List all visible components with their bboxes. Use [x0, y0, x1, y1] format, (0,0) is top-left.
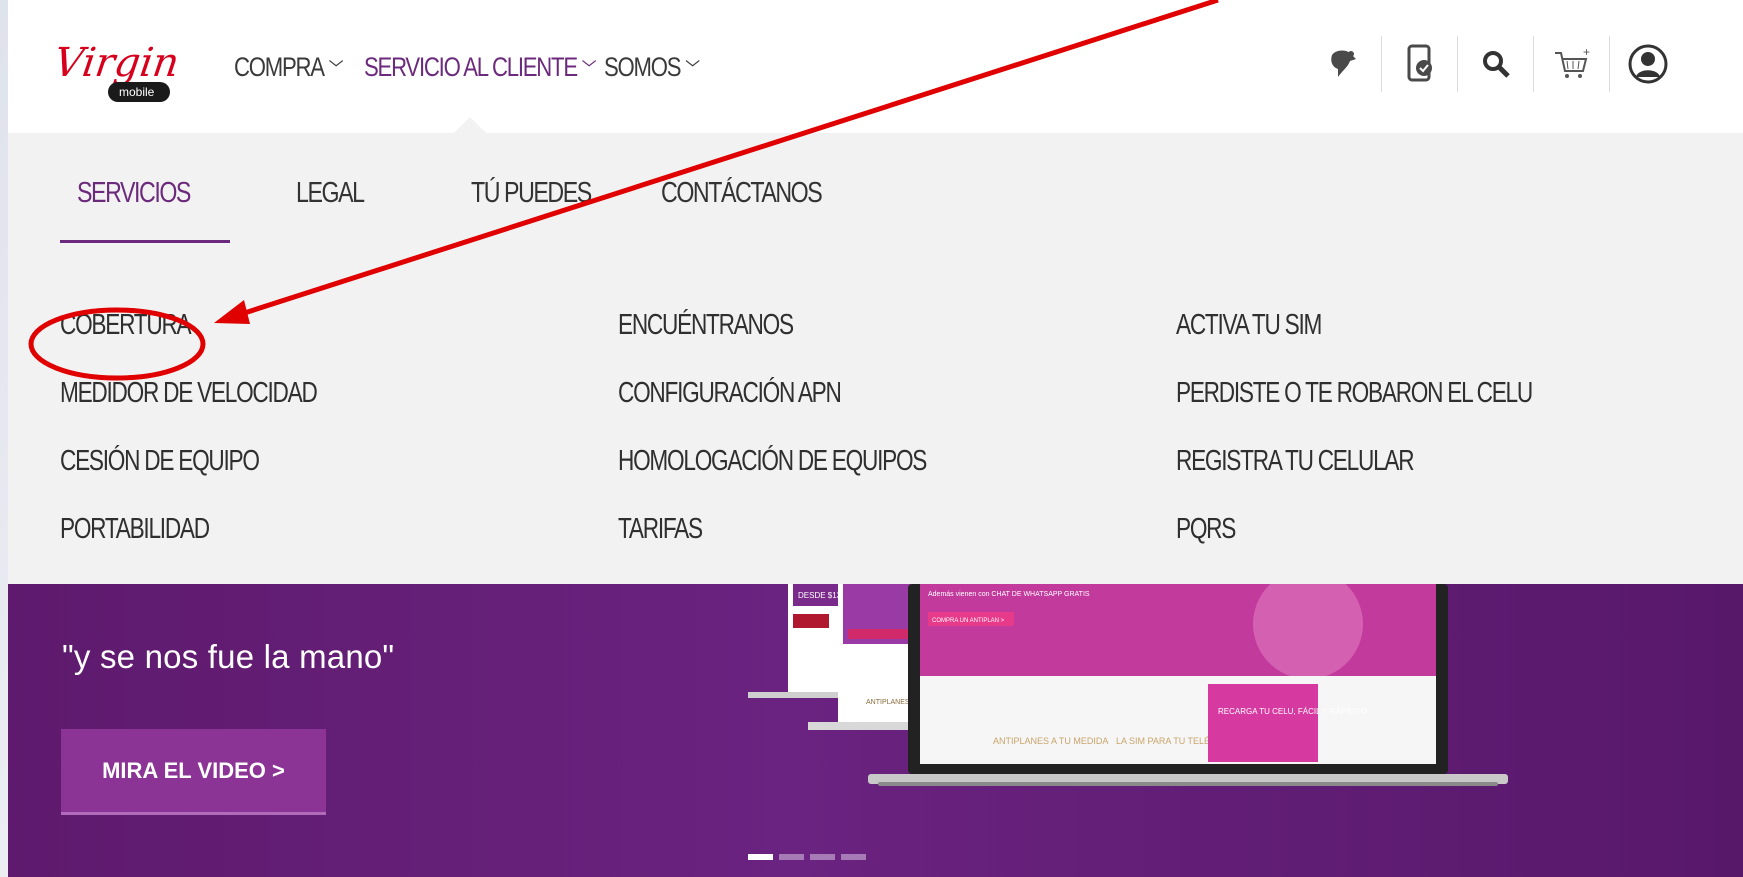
carousel-dot[interactable] — [779, 854, 804, 860]
chevron-down-icon: ﹀ — [581, 58, 597, 79]
link-perdiste-celu[interactable]: PERDISTE O TE ROBARON EL CELU — [1176, 376, 1593, 444]
svg-text:mobile: mobile — [119, 85, 155, 99]
nav-compra[interactable]: COMPRA ﹀ — [234, 52, 344, 83]
link-homologacion-de-equipos[interactable]: HOMOLOGACIÓN DE EQUIPOS — [618, 444, 1053, 512]
svg-text:ANTIPLANES A TU MEDIDA: ANTIPLANES A TU MEDIDA — [993, 736, 1108, 746]
main-nav: COMPRA ﹀ SERVICIO AL CLIENTE ﹀ SOMOS ﹀ — [234, 52, 742, 83]
chat-bubble-icon[interactable] — [1305, 36, 1381, 92]
hero-tagline: "y se nos fue la mano" — [62, 638, 395, 675]
link-pqrs[interactable]: PQRS — [1176, 512, 1593, 580]
nav-servicio-al-cliente[interactable]: SERVICIO AL CLIENTE ﹀ — [364, 52, 597, 83]
chevron-down-icon: ﹀ — [685, 58, 700, 79]
servicio-mega-menu: SERVICIOS LEGAL TÚ PUEDES CONTÁCTANOS CO… — [8, 133, 1743, 584]
carousel-dot[interactable] — [810, 854, 835, 860]
chevron-down-icon: ﹀ — [328, 58, 344, 79]
nav-servicio-label: SERVICIO AL CLIENTE — [364, 52, 578, 82]
user-avatar-icon[interactable] — [1609, 36, 1685, 92]
link-portabilidad[interactable]: PORTABILIDAD — [60, 512, 495, 580]
link-registra-tu-celular[interactable]: REGISTRA TU CELULAR — [1176, 444, 1593, 512]
svg-text:COMPRA UN ANTIPLAN >: COMPRA UN ANTIPLAN > — [932, 618, 1005, 624]
header-icon-bar: + — [1305, 36, 1685, 92]
servicios-links-grid: COBERTURA ENCUÉNTRANOS ACTIVA TU SIM MED… — [60, 308, 1710, 580]
devices-illustration: DESDE $13. ANTIPLANES TU MEDIDA Además v… — [748, 584, 1508, 786]
link-tarifas[interactable]: TARIFAS — [618, 512, 1053, 580]
svg-text:+: + — [1583, 47, 1590, 59]
svg-text:DESDE $13.: DESDE $13. — [798, 591, 843, 600]
tab-legal[interactable]: LEGAL — [272, 177, 388, 250]
mira-el-video-button[interactable]: MIRA EL VIDEO > — [61, 729, 326, 815]
hero-banner: "y se nos fue la mano" MIRA EL VIDEO > D… — [8, 584, 1743, 877]
nav-somos[interactable]: SOMOS ﹀ — [604, 52, 700, 83]
browser-viewport: Virgin mobile COMPRA ﹀ SERVICIO AL CLIEN… — [8, 0, 1743, 877]
nav-compra-label: COMPRA — [234, 52, 325, 82]
tab-contactanos[interactable]: CONTÁCTANOS — [637, 177, 845, 250]
link-medidor-de-velocidad[interactable]: MEDIDOR DE VELOCIDAD — [60, 376, 495, 444]
phone-check-icon[interactable] — [1381, 36, 1457, 92]
carousel-dot[interactable] — [841, 854, 866, 860]
cart-plus-icon[interactable]: + — [1533, 36, 1609, 92]
virgin-mobile-logo[interactable]: Virgin mobile — [51, 38, 188, 106]
tab-tu-puedes[interactable]: TÚ PUEDES — [447, 177, 615, 250]
active-tab-underline — [60, 240, 230, 243]
carousel-dots — [748, 854, 866, 860]
link-cobertura[interactable]: COBERTURA — [60, 308, 495, 376]
site-header: Virgin mobile COMPRA ﹀ SERVICIO AL CLIEN… — [8, 0, 1743, 135]
svg-text:RECARGA TU CELU, FÁCIL Y RÁPID: RECARGA TU CELU, FÁCIL Y RÁPIDITO — [1218, 707, 1367, 716]
link-encuentranos[interactable]: ENCUÉNTRANOS — [618, 308, 1053, 376]
svg-text:Virgin: Virgin — [58, 40, 182, 86]
svg-text:Además vienen con CHAT DE WHAT: Además vienen con CHAT DE WHATSAPP GRATI… — [928, 591, 1090, 598]
carousel-dot[interactable] — [748, 854, 773, 860]
search-icon[interactable] — [1457, 36, 1533, 92]
link-activa-tu-sim[interactable]: ACTIVA TU SIM — [1176, 308, 1593, 376]
nav-somos-label: SOMOS — [604, 52, 682, 82]
link-configuracion-apn[interactable]: CONFIGURACIÓN APN — [618, 376, 1053, 444]
link-cesion-de-equipo[interactable]: CESIÓN DE EQUIPO — [60, 444, 495, 512]
